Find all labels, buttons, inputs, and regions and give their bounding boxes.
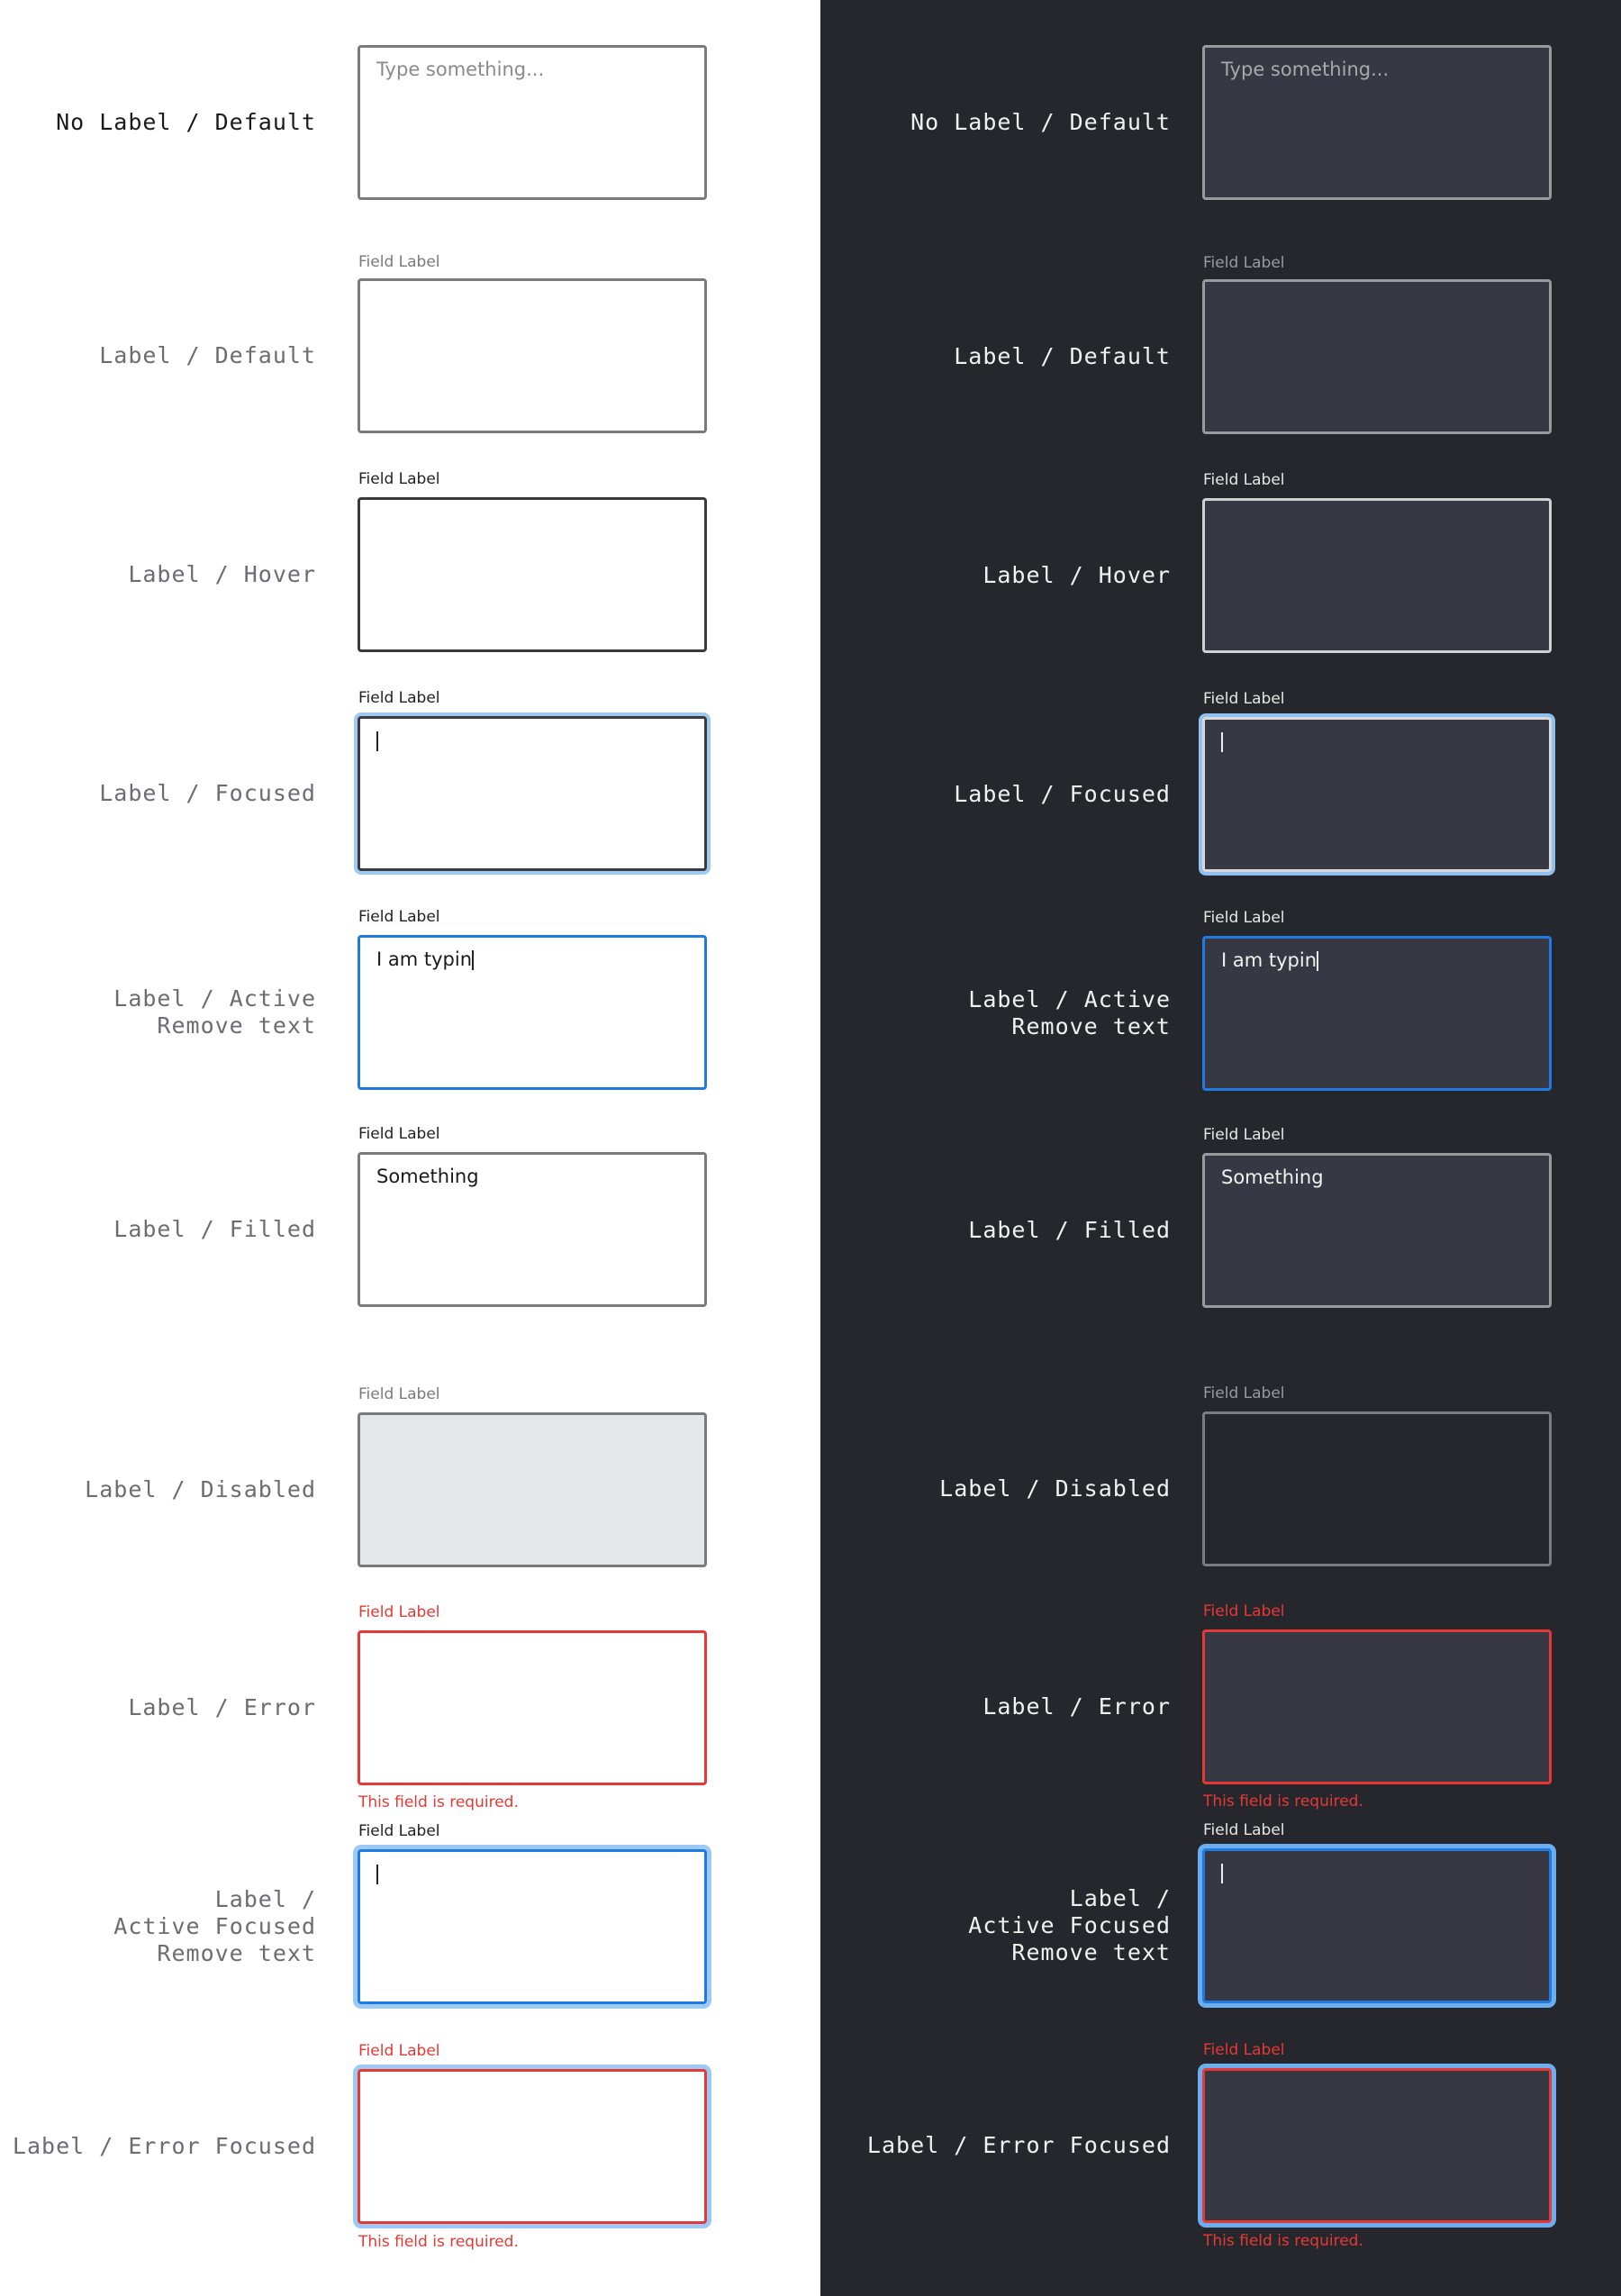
- state-label: Label / Error Focused: [866, 2132, 1171, 2158]
- field-label: Field Label: [1203, 1384, 1285, 1402]
- text-field[interactable]: [358, 2069, 707, 2224]
- error-message: This field is required.: [358, 2233, 519, 2251]
- field-value: Something: [1221, 1166, 1324, 1188]
- field-label: Field Label: [358, 470, 440, 488]
- field-label: Field Label: [358, 2042, 440, 2060]
- state-label: Label / Disabled: [85, 1476, 316, 1502]
- text-field[interactable]: [1202, 1629, 1552, 1784]
- state-label: Label / Error: [128, 1694, 316, 1720]
- text-field-disabled: [1202, 1411, 1552, 1566]
- state-label: Label / Default: [954, 343, 1171, 369]
- state-label: No Label / Default: [56, 109, 316, 135]
- text-field[interactable]: [1202, 1848, 1552, 2003]
- text-field[interactable]: Type something...: [358, 45, 707, 200]
- text-field[interactable]: [358, 1630, 707, 1785]
- field-label: Field Label: [1203, 254, 1285, 272]
- text-field[interactable]: Something: [358, 1152, 707, 1307]
- light-theme-panel: No Label / Default Type something... Lab…: [0, 0, 820, 2296]
- placeholder-text: Type something...: [1221, 59, 1390, 80]
- field-label: Field Label: [358, 1385, 440, 1403]
- text-field[interactable]: I am typin: [1202, 936, 1552, 1091]
- placeholder-text: Type something...: [376, 59, 545, 80]
- state-label: Label / Default: [99, 342, 316, 368]
- field-states-sheet: No Label / Default Type something... Lab…: [0, 0, 1621, 2296]
- field-label: Field Label: [358, 689, 440, 707]
- text-field[interactable]: [358, 497, 707, 652]
- text-field[interactable]: [1202, 717, 1552, 872]
- text-field-disabled: [358, 1412, 707, 1567]
- field-label: Field Label: [1203, 690, 1285, 708]
- text-caret: [1221, 732, 1223, 752]
- text-field[interactable]: Type something...: [1202, 45, 1552, 200]
- field-label: Field Label: [1203, 909, 1285, 927]
- text-field[interactable]: [1202, 279, 1552, 434]
- state-label: Label / Disabled: [939, 1475, 1171, 1502]
- state-label: Label / Active Remove text: [113, 985, 316, 1039]
- state-label: Label / Focused: [99, 780, 316, 806]
- state-label: Label / Hover: [128, 561, 316, 587]
- text-caret: [1221, 1864, 1223, 1883]
- field-label: Field Label: [358, 1125, 440, 1143]
- state-label: Label / Active Remove text: [968, 986, 1171, 1039]
- field-label: Field Label: [1203, 1821, 1285, 1839]
- field-label: Field Label: [1203, 2041, 1285, 2059]
- field-label: Field Label: [1203, 1602, 1285, 1620]
- state-label: Label / Active Focused Remove text: [968, 1885, 1171, 1965]
- text-caret: [376, 1865, 378, 1884]
- field-value: Something: [376, 1166, 479, 1187]
- state-label: Label / Hover: [983, 562, 1171, 588]
- state-label: Label / Filled: [113, 1216, 316, 1242]
- state-label: Label / Active Focused Remove text: [113, 1886, 316, 1966]
- field-label: Field Label: [358, 253, 440, 271]
- text-field[interactable]: I am typin: [358, 935, 707, 1090]
- field-label: Field Label: [1203, 471, 1285, 489]
- state-label: No Label / Default: [910, 109, 1171, 135]
- text-field[interactable]: Something: [1202, 1153, 1552, 1308]
- field-label: Field Label: [358, 908, 440, 926]
- field-value: I am typin: [1221, 949, 1318, 971]
- text-field[interactable]: [358, 1849, 707, 2004]
- field-label: Field Label: [1203, 1126, 1285, 1144]
- dark-theme-panel: No Label / Default Type something... Lab…: [820, 0, 1621, 2296]
- error-message: This field is required.: [1203, 1792, 1363, 1810]
- state-label: Label / Filled: [968, 1217, 1171, 1243]
- text-caret: [376, 731, 378, 751]
- state-label: Label / Focused: [954, 781, 1171, 807]
- state-label: Label / Error Focused: [12, 2133, 316, 2159]
- error-message: This field is required.: [358, 1793, 519, 1811]
- text-caret: [1317, 951, 1319, 971]
- state-label: Label / Error: [983, 1693, 1171, 1720]
- field-value: I am typin: [376, 948, 473, 970]
- text-caret: [472, 950, 475, 970]
- field-label: Field Label: [358, 1822, 440, 1840]
- error-message: This field is required.: [1203, 2232, 1363, 2250]
- text-field[interactable]: [358, 278, 707, 433]
- text-field[interactable]: [358, 716, 707, 871]
- text-field[interactable]: [1202, 498, 1552, 653]
- text-field[interactable]: [1202, 2068, 1552, 2223]
- field-label: Field Label: [358, 1603, 440, 1621]
